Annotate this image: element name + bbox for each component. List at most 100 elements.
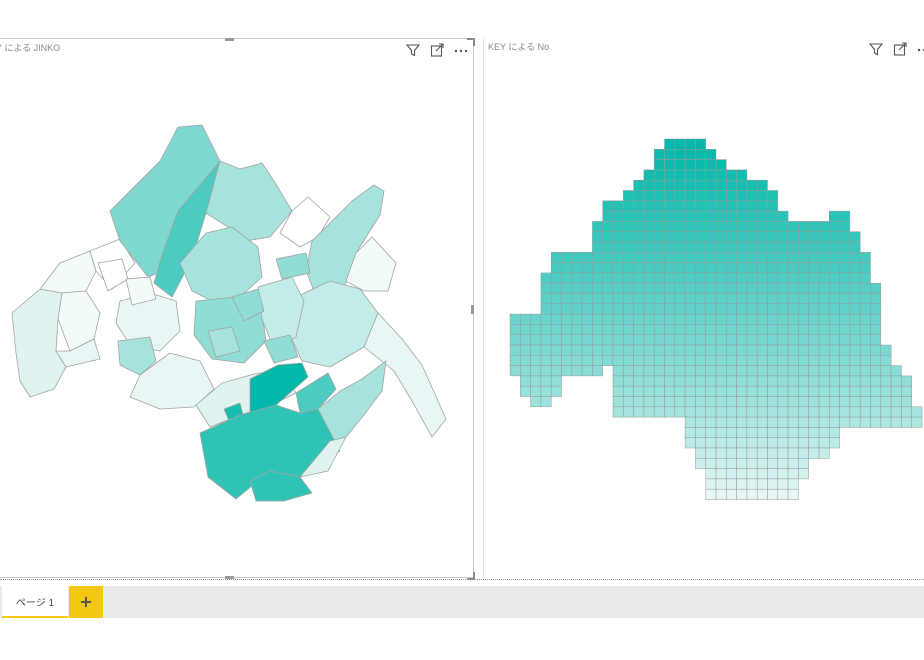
mesh-cell[interactable] [746, 416, 758, 428]
mesh-cell[interactable] [653, 200, 665, 212]
mesh-cell[interactable] [798, 385, 809, 397]
mesh-cell[interactable] [839, 355, 851, 366]
mesh-cell[interactable] [767, 416, 779, 428]
mesh-cell[interactable] [664, 355, 676, 366]
mesh-cell[interactable] [592, 241, 603, 253]
mesh-cell[interactable] [901, 406, 912, 418]
mesh-cell[interactable] [633, 324, 645, 335]
mesh-cell[interactable] [746, 241, 758, 253]
mesh-cell[interactable] [849, 396, 861, 408]
mesh-cell[interactable] [684, 427, 696, 438]
mesh-cell[interactable] [643, 385, 655, 397]
mesh-cell[interactable] [839, 252, 851, 263]
mesh-cell[interactable] [777, 293, 789, 305]
mesh-cell[interactable] [756, 252, 768, 263]
mesh-cell[interactable] [746, 210, 758, 222]
mesh-cell[interactable] [643, 262, 655, 274]
mesh-cell[interactable] [911, 406, 923, 418]
mesh-cell[interactable] [705, 313, 717, 325]
mesh-cell[interactable] [808, 334, 820, 346]
mesh-cell[interactable] [695, 396, 706, 408]
mesh-cell[interactable] [705, 241, 717, 253]
mesh-cell[interactable] [726, 468, 737, 480]
mesh-cell[interactable] [653, 159, 665, 171]
mesh-cell[interactable] [870, 416, 882, 428]
mesh-cell[interactable] [530, 355, 542, 366]
mesh-cell[interactable] [859, 262, 871, 274]
mesh-cell[interactable] [736, 416, 748, 428]
mesh-cell[interactable] [787, 427, 799, 438]
mesh-cell[interactable] [695, 272, 706, 284]
mesh-cell[interactable] [715, 344, 727, 356]
mesh-cell[interactable] [736, 406, 748, 418]
mesh-cell[interactable] [746, 221, 758, 232]
mesh-cell[interactable] [839, 416, 851, 428]
mesh-cell[interactable] [623, 324, 634, 335]
mesh-cell[interactable] [633, 365, 645, 377]
mesh-cell[interactable] [818, 231, 830, 243]
mesh-cell[interactable] [880, 385, 892, 397]
mesh-cell[interactable] [818, 241, 830, 253]
mesh-cell[interactable] [550, 252, 562, 263]
mesh-cell[interactable] [870, 365, 882, 377]
mesh-cell[interactable] [561, 272, 573, 284]
mesh-cell[interactable] [705, 458, 717, 469]
mesh-cell[interactable] [664, 149, 676, 160]
mesh-cell[interactable] [705, 272, 717, 284]
mesh-cell[interactable] [705, 149, 717, 160]
mesh-cell[interactable] [592, 272, 603, 284]
mesh-cell[interactable] [674, 138, 686, 150]
mesh-cell[interactable] [715, 169, 727, 181]
mesh-cell[interactable] [798, 241, 809, 253]
mesh-cell[interactable] [643, 241, 655, 253]
mesh-cell[interactable] [736, 427, 748, 438]
mesh-cell[interactable] [612, 282, 624, 294]
mesh-cell[interactable] [643, 169, 655, 181]
mesh-cell[interactable] [808, 313, 820, 325]
mesh-cell[interactable] [715, 231, 727, 243]
mesh-cell[interactable] [829, 324, 840, 335]
mesh-cell[interactable] [674, 344, 686, 356]
mesh-cell[interactable] [674, 179, 686, 191]
mesh-cell[interactable] [746, 334, 758, 346]
district-center-east[interactable] [287, 280, 379, 368]
mesh-cell[interactable] [550, 324, 562, 335]
mesh-cell[interactable] [715, 334, 727, 346]
mesh-cell[interactable] [736, 293, 748, 305]
mesh-cell[interactable] [684, 293, 696, 305]
mesh-cell[interactable] [612, 396, 624, 408]
mesh-cell[interactable] [561, 313, 573, 325]
mesh-cell[interactable] [695, 375, 706, 387]
mesh-cell[interactable] [777, 385, 789, 397]
mesh-cell[interactable] [746, 190, 758, 202]
mesh-cell[interactable] [829, 241, 840, 253]
mesh-cell[interactable] [705, 406, 717, 418]
mesh-cell[interactable] [695, 344, 706, 356]
mesh-cell[interactable] [798, 447, 809, 459]
mesh-cell[interactable] [602, 303, 614, 315]
mesh-cell[interactable] [705, 365, 717, 377]
mesh-cell[interactable] [653, 396, 665, 408]
mesh-cell[interactable] [664, 231, 676, 243]
mesh-cell[interactable] [633, 179, 645, 191]
mesh-cell[interactable] [870, 282, 882, 294]
mesh-cell[interactable] [777, 262, 789, 274]
mesh-cell[interactable] [859, 334, 871, 346]
mesh-cell[interactable] [684, 231, 696, 243]
mesh-cell[interactable] [777, 334, 789, 346]
mesh-cell[interactable] [767, 396, 779, 408]
mesh-cell[interactable] [633, 344, 645, 356]
mesh-cell[interactable] [818, 416, 830, 428]
mesh-cell[interactable] [674, 190, 686, 202]
mesh-cell[interactable] [695, 221, 706, 232]
mesh-cell[interactable] [726, 221, 737, 232]
mesh-cell[interactable] [612, 241, 624, 253]
mesh-cell[interactable] [787, 334, 799, 346]
mesh-cell[interactable] [777, 355, 789, 366]
mesh-cell[interactable] [643, 344, 655, 356]
mesh-cell[interactable] [540, 313, 552, 325]
mesh-cell[interactable] [695, 252, 706, 263]
mesh-cell[interactable] [849, 282, 861, 294]
mesh-cell[interactable] [736, 231, 748, 243]
mesh-cell[interactable] [633, 221, 645, 232]
